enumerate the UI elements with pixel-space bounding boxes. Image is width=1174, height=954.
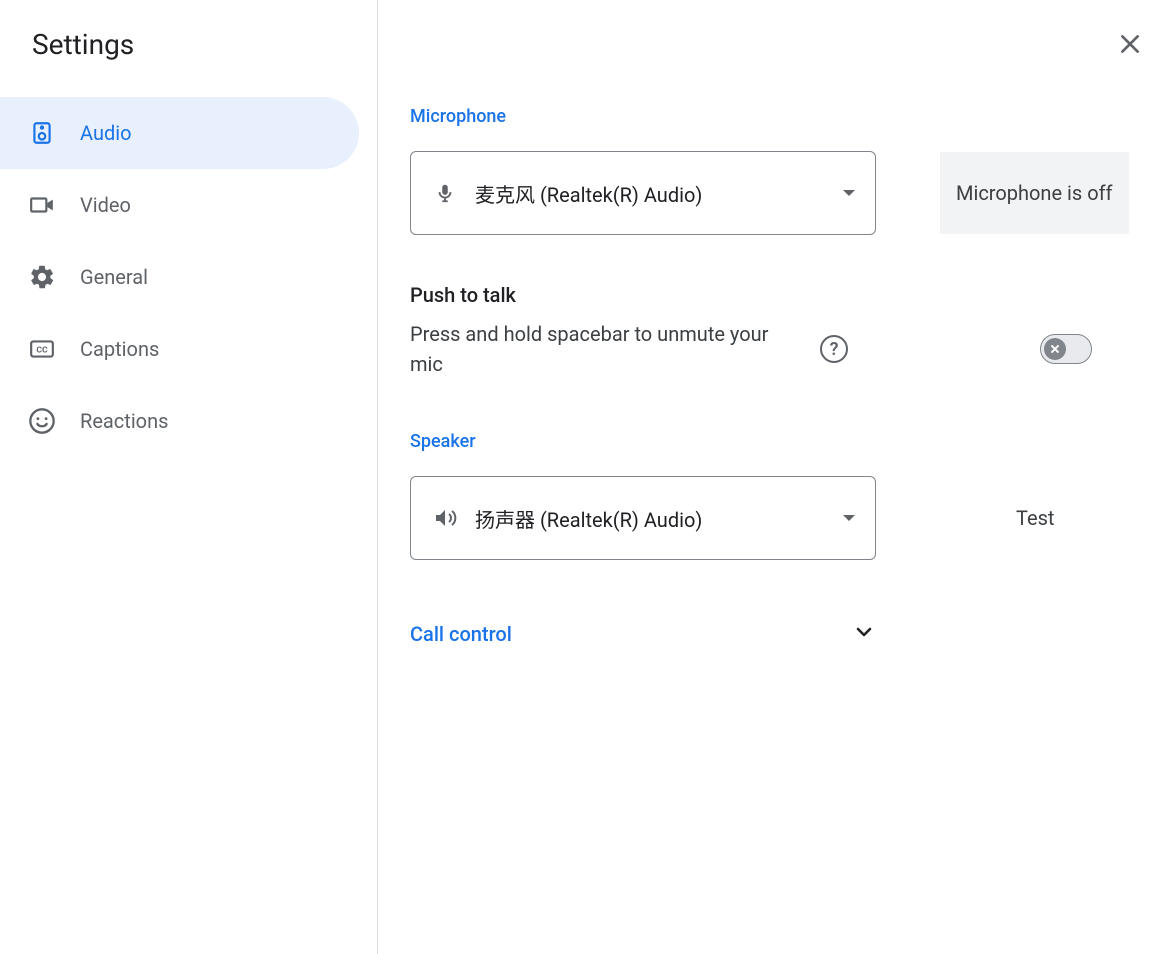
microphone-select[interactable]: 麦克风 (Realtek(R) Audio) <box>410 151 876 235</box>
chevron-down-icon <box>852 620 876 648</box>
microphone-icon <box>431 179 459 207</box>
captions-icon: CC <box>28 335 56 363</box>
speaker-icon <box>28 119 56 147</box>
call-control-expand[interactable]: Call control <box>410 620 876 648</box>
sidebar-item-label: Video <box>80 193 131 217</box>
sidebar-item-audio[interactable]: Audio <box>0 97 359 169</box>
speaker-selected: 扬声器 (Realtek(R) Audio) <box>475 504 843 533</box>
push-to-talk-title: Push to talk <box>410 283 1146 307</box>
speaker-label: Speaker <box>410 431 1146 452</box>
push-to-talk-description: Press and hold spacebar to unmute your m… <box>410 319 800 379</box>
sidebar-item-label: Reactions <box>80 409 168 433</box>
chevron-down-icon <box>843 515 855 521</box>
settings-title: Settings <box>0 28 377 97</box>
toggle-off-icon <box>1044 338 1066 360</box>
microphone-status: Microphone is off <box>940 152 1129 234</box>
microphone-selected: 麦克风 (Realtek(R) Audio) <box>475 179 843 208</box>
call-control-label: Call control <box>410 622 512 646</box>
svg-text:CC: CC <box>36 345 48 355</box>
speaker-select[interactable]: 扬声器 (Realtek(R) Audio) <box>410 476 876 560</box>
push-to-talk-toggle[interactable] <box>1040 334 1092 364</box>
sidebar-item-label: Audio <box>80 121 132 145</box>
help-icon[interactable]: ? <box>820 335 848 363</box>
video-icon <box>28 191 56 219</box>
sidebar-item-general[interactable]: General <box>0 241 359 313</box>
sidebar-item-label: Captions <box>80 337 159 361</box>
test-speaker-button[interactable]: Test <box>1008 506 1062 530</box>
microphone-label: Microphone <box>410 106 1146 127</box>
sidebar-item-video[interactable]: Video <box>0 169 359 241</box>
sidebar-item-reactions[interactable]: Reactions <box>0 385 359 457</box>
close-button[interactable] <box>1114 28 1146 60</box>
smile-icon <box>28 407 56 435</box>
gear-icon <box>28 263 56 291</box>
sidebar-item-label: General <box>80 265 148 289</box>
sidebar-item-captions[interactable]: CC Captions <box>0 313 359 385</box>
chevron-down-icon <box>843 190 855 196</box>
volume-icon <box>431 504 459 532</box>
